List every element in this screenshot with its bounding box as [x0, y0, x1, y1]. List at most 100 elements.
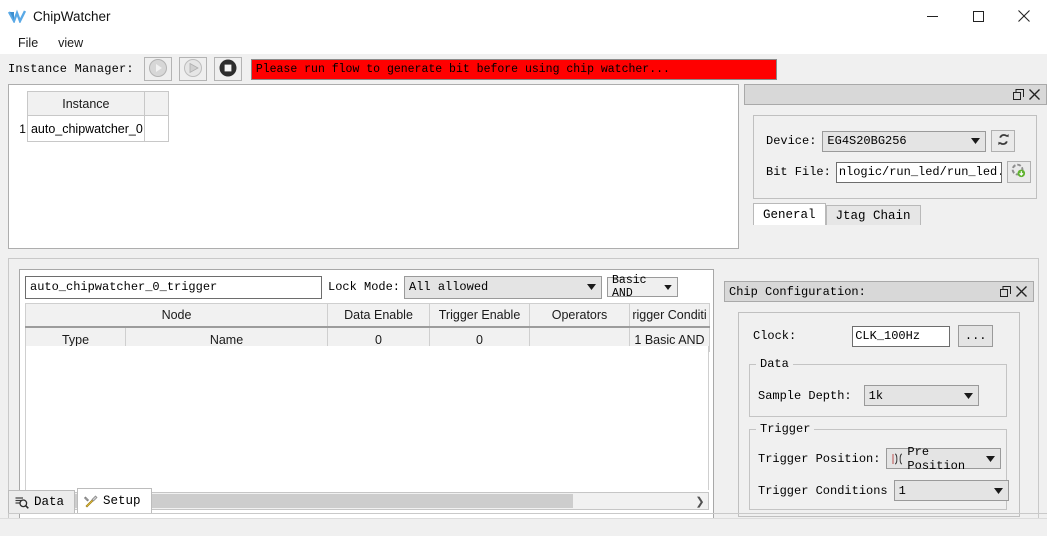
sample-depth-label: Sample Depth:: [758, 388, 852, 403]
lock-mode-label: Lock Mode:: [328, 280, 401, 294]
maximize-icon[interactable]: [955, 0, 1001, 32]
device-label: Device:: [766, 134, 817, 148]
data-group-legend: Data: [760, 357, 789, 371]
close-icon[interactable]: [1026, 87, 1042, 103]
device-dock-body: Device: EG4S20BG256 Bit File: nlogic/run…: [744, 107, 1047, 249]
device-dock-tabs: General Jtag Chain: [753, 203, 921, 225]
play-circle-icon: [148, 58, 168, 81]
trigger-position-value: Pre Position: [907, 444, 966, 473]
chevron-down-icon: [986, 452, 996, 466]
clock-input[interactable]: CLK_100Hz: [852, 325, 951, 347]
column-header-operators[interactable]: Operators: [529, 303, 631, 328]
restore-icon[interactable]: [1010, 87, 1026, 103]
trigger-group-legend: Trigger: [760, 422, 811, 436]
sample-depth-row: Sample Depth: 1k: [758, 385, 979, 406]
window-title: ChipWatcher: [33, 8, 111, 24]
cell-instance-name[interactable]: auto_chipwatcher_0: [26, 115, 145, 142]
basic-and-value: Basic AND: [612, 274, 647, 300]
trigger-position-label: Trigger Position:: [758, 451, 881, 466]
device-select[interactable]: EG4S20BG256: [822, 130, 987, 152]
status-message-text: Please run flow to generate bit before u…: [255, 62, 670, 76]
clock-browse-label: ...: [964, 329, 987, 343]
stop-circle-icon: [218, 58, 238, 81]
trigger-position-icon: [891, 453, 904, 465]
device-dock-titlebar: [744, 84, 1047, 105]
clock-value: CLK_100Hz: [855, 329, 921, 343]
tab-setup-label: Setup: [103, 494, 141, 508]
step-button[interactable]: [178, 57, 207, 81]
instance-list-panel: Instance 1 auto_chipwatcher_0: [8, 84, 739, 249]
load-bit-button[interactable]: [1006, 161, 1031, 183]
stop-button[interactable]: [213, 57, 242, 81]
bit-file-input[interactable]: nlogic/run_led/run_led.bit: [835, 161, 1002, 183]
table-header-row: Instance: [17, 91, 170, 116]
chip-configuration-titlebar: Chip Configuration:: [724, 281, 1034, 302]
refresh-device-button[interactable]: [991, 130, 1016, 152]
cell-spacer: [143, 115, 170, 142]
menu-item-view[interactable]: view: [48, 34, 93, 52]
data-magnifier-icon: [15, 496, 29, 509]
chevron-down-icon: [664, 281, 672, 294]
trigger-node-table-body[interactable]: [25, 346, 709, 490]
data-group: Data Sample Depth: 1k: [749, 357, 1007, 417]
trigger-node-table: Node Data Enable Trigger Enable Operator…: [24, 303, 711, 352]
chipwatcher-logo-icon: [7, 9, 27, 24]
tab-data-label: Data: [34, 495, 65, 509]
run-button[interactable]: [143, 57, 172, 81]
column-header-data-enable[interactable]: Data Enable: [327, 303, 431, 328]
chevron-down-icon: [963, 389, 973, 403]
device-settings-group: Device: EG4S20BG256 Bit File: nlogic/run…: [753, 115, 1037, 199]
column-header-trigger-enable[interactable]: Trigger Enable: [429, 303, 531, 328]
play-triangle-icon: [183, 58, 203, 81]
window-titlebar: ChipWatcher: [0, 0, 1047, 32]
bottom-tabs: Data Setup: [8, 481, 1047, 514]
table-header-row: Node Data Enable Trigger Enable Operator…: [24, 303, 711, 328]
trigger-toolbar: auto_chipwatcher_0_trigger Lock Mode: Al…: [25, 274, 709, 300]
column-header-instance[interactable]: Instance: [26, 91, 145, 116]
row-index: 1: [19, 121, 26, 136]
clock-row: Clock: CLK_100Hz ...: [753, 325, 994, 347]
sample-depth-select[interactable]: 1k: [863, 385, 979, 406]
lock-mode-select[interactable]: All allowed: [404, 275, 603, 299]
load-bit-icon: [1011, 163, 1026, 181]
device-select-value: EG4S20BG256: [827, 134, 907, 148]
setup-tools-icon: [84, 495, 98, 508]
instance-manager-label: Instance Manager:: [8, 62, 134, 76]
basic-and-select[interactable]: Basic AND: [607, 274, 679, 300]
tab-setup[interactable]: Setup: [77, 488, 152, 513]
minimize-icon[interactable]: [909, 0, 955, 32]
menubar: File view: [0, 32, 1047, 54]
device-dock-panel: Device: EG4S20BG256 Bit File: nlogic/run…: [744, 84, 1047, 249]
tab-data[interactable]: Data: [8, 490, 76, 513]
app-body: Instance Manager: Please run flow to gen…: [0, 54, 1047, 535]
clock-label: Clock:: [753, 329, 797, 343]
status-message-bar: Please run flow to generate bit before u…: [250, 58, 777, 80]
chevron-down-icon: [971, 134, 981, 148]
instance-table: Instance 1 auto_chipwatcher_0: [17, 91, 170, 142]
column-header-trigger-condition[interactable]: rigger Conditi: [629, 303, 711, 328]
column-header-spacer: [143, 91, 170, 116]
window-controls: [909, 0, 1047, 32]
lock-mode-value: All allowed: [409, 280, 489, 294]
close-icon[interactable]: [1013, 284, 1029, 300]
bit-file-row: Bit File: nlogic/run_led/run_led.bit: [766, 161, 1031, 183]
trigger-position-row: Trigger Position: Pre Position: [758, 445, 1002, 473]
clock-browse-button[interactable]: ...: [958, 325, 994, 347]
tab-jtag-chain[interactable]: Jtag Chain: [825, 205, 921, 225]
instance-manager-toolbar: Instance Manager: Please run flow to gen…: [0, 54, 1047, 84]
trigger-name-input[interactable]: auto_chipwatcher_0_trigger: [25, 275, 322, 299]
close-icon[interactable]: [1001, 0, 1047, 32]
bit-file-value: nlogic/run_led/run_led.bit: [838, 165, 1001, 179]
bit-file-label: Bit File:: [766, 165, 831, 179]
menu-item-file[interactable]: File: [8, 34, 48, 52]
tab-general[interactable]: General: [753, 203, 826, 225]
device-row: Device: EG4S20BG256: [766, 130, 1016, 152]
refresh-icon: [996, 132, 1011, 150]
restore-icon[interactable]: [997, 284, 1013, 300]
trigger-position-select[interactable]: Pre Position: [886, 445, 1002, 473]
table-row[interactable]: 1 auto_chipwatcher_0: [17, 115, 170, 142]
chevron-down-icon: [587, 280, 597, 294]
column-header-node[interactable]: Node: [24, 303, 329, 328]
sample-depth-value: 1k: [868, 388, 884, 403]
chip-configuration-title: Chip Configuration:: [729, 284, 866, 299]
